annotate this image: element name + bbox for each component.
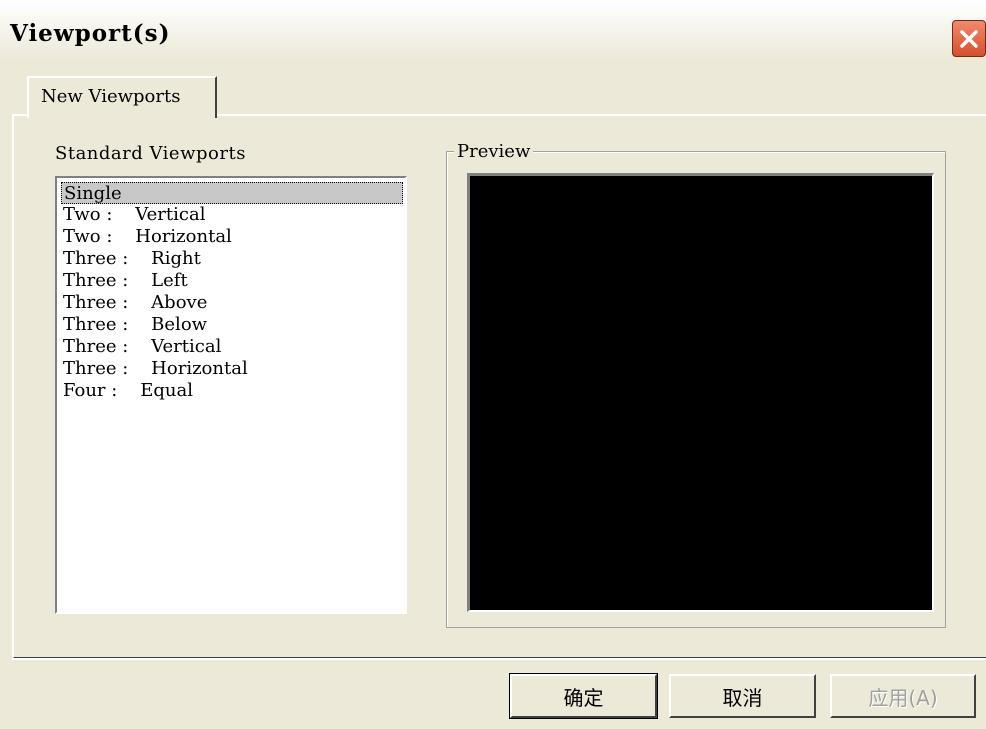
apply-button[interactable]: 应用(A) bbox=[830, 674, 976, 718]
list-item[interactable]: Single bbox=[61, 182, 403, 204]
cancel-button[interactable]: 取消 bbox=[669, 674, 816, 718]
list-item[interactable]: Three : Below bbox=[61, 314, 403, 336]
title-bar[interactable]: Viewport(s) bbox=[0, 0, 986, 60]
preview-label: Preview bbox=[454, 141, 534, 162]
close-icon bbox=[960, 29, 978, 48]
divider bbox=[12, 658, 986, 660]
list-item[interactable]: Three : Horizontal bbox=[61, 358, 403, 380]
close-button[interactable] bbox=[952, 20, 986, 57]
list-item[interactable]: Two : Horizontal bbox=[61, 226, 403, 248]
list-item[interactable]: Three : Right bbox=[61, 248, 403, 270]
ok-button[interactable]: 确定 bbox=[509, 673, 658, 719]
list-item[interactable]: Four : Equal bbox=[61, 380, 403, 402]
viewports-dialog: Viewport(s) New Viewports Standard Viewp… bbox=[0, 0, 986, 729]
tab-new-viewports[interactable]: New Viewports bbox=[27, 76, 217, 118]
list-item[interactable]: Two : Vertical bbox=[61, 204, 403, 226]
standard-viewports-label: Standard Viewports bbox=[55, 143, 246, 164]
list-item[interactable]: Three : Vertical bbox=[61, 336, 403, 358]
window-title: Viewport(s) bbox=[10, 20, 171, 47]
standard-viewports-list[interactable]: Single Two : Vertical Two : Horizontal T… bbox=[55, 176, 407, 614]
tab-label: New Viewports bbox=[41, 86, 181, 107]
preview-canvas bbox=[467, 173, 934, 612]
list-item[interactable]: Three : Above bbox=[61, 292, 403, 314]
list-item[interactable]: Three : Left bbox=[61, 270, 403, 292]
